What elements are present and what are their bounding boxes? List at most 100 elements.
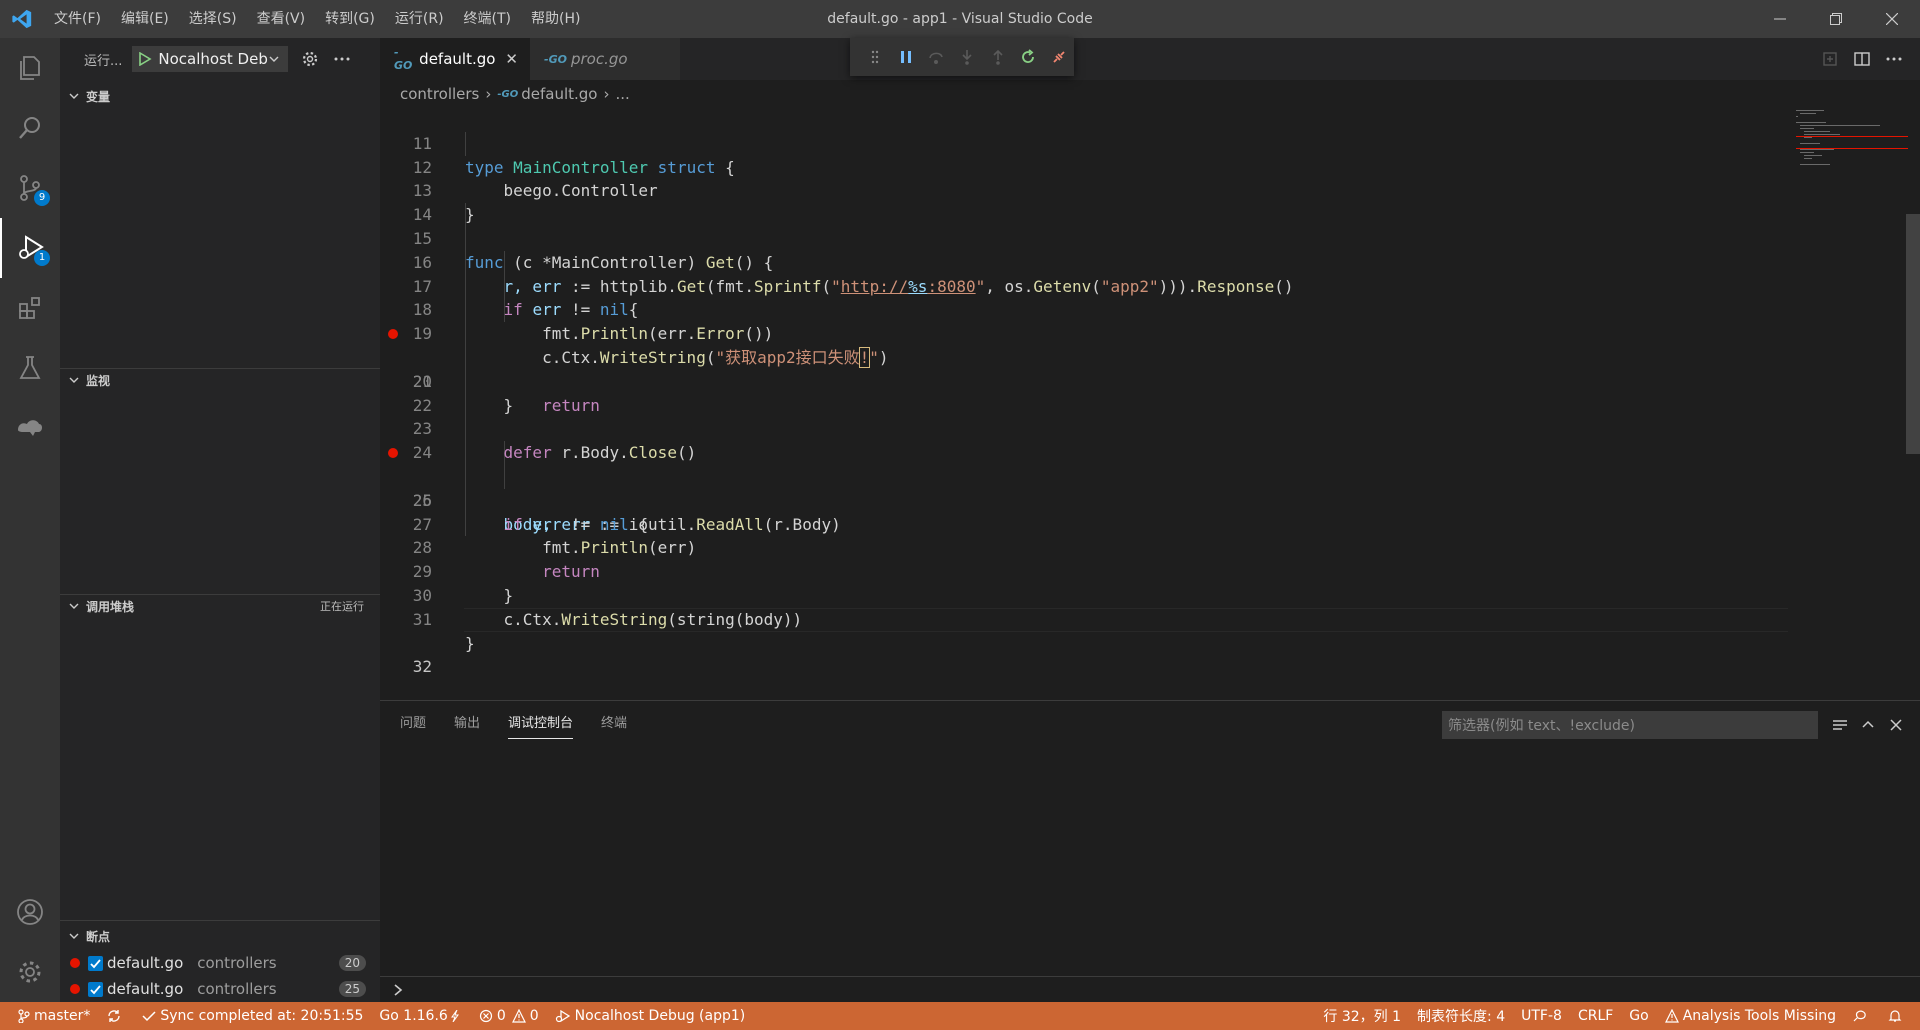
code-line: 29 }: [380, 536, 1780, 605]
git-branch[interactable]: master*: [0, 1002, 98, 1030]
menu-run[interactable]: 运行(R): [385, 0, 454, 38]
breakpoint-checkbox[interactable]: [88, 955, 103, 971]
disconnect-icon[interactable]: [1043, 42, 1074, 72]
go-version[interactable]: Go 1.16.6: [371, 1002, 470, 1030]
feedback-icon[interactable]: [1844, 1002, 1880, 1030]
scrollbar-thumb[interactable]: [1906, 214, 1920, 454]
accounts-icon[interactable]: [0, 882, 60, 942]
restore-button[interactable]: [1808, 0, 1864, 38]
breadcrumb-file[interactable]: default.go: [521, 85, 597, 103]
minimap[interactable]: [1796, 108, 1908, 168]
open-changes-icon[interactable]: [1814, 46, 1846, 72]
sync-button[interactable]: [98, 1002, 134, 1030]
language-mode[interactable]: Go: [1621, 1002, 1656, 1030]
notifications-bell-icon[interactable]: [1880, 1002, 1920, 1030]
step-over-icon[interactable]: [921, 42, 952, 72]
error-icon: [479, 1009, 492, 1023]
code-line: 12 beego.Controller: [380, 132, 1780, 201]
code-line: 15 func (c *MainController) Get() {: [380, 203, 1780, 272]
sync-status[interactable]: Sync completed at: 20:51:55: [134, 1002, 371, 1030]
breakpoint-dot-icon[interactable]: [388, 329, 398, 340]
close-window-button[interactable]: [1864, 0, 1920, 38]
menu-go[interactable]: 转到(G): [315, 0, 385, 38]
watch-section-header[interactable]: 监视: [60, 368, 380, 392]
restart-icon[interactable]: [1013, 42, 1044, 72]
code-line: 22: [380, 370, 1780, 415]
run-debug-icon[interactable]: 1: [0, 218, 60, 278]
drag-handle-icon[interactable]: [860, 42, 891, 72]
tab-proc-go[interactable]: -GO proc.go: [530, 38, 680, 80]
variables-title: 变量: [86, 89, 111, 104]
debug-session-indicator[interactable]: Nocalhost Debug (app1): [547, 1002, 754, 1030]
code-line: 18 fmt.Println(err.Error()): [380, 275, 1780, 343]
problems-indicator[interactable]: 0 0: [471, 1002, 547, 1030]
menu-selection[interactable]: 选择(S): [179, 0, 247, 38]
split-editor-icon[interactable]: [1846, 46, 1878, 72]
vscode-logo-icon: [0, 0, 44, 38]
analysis-tools-warning[interactable]: Analysis Tools Missing: [1657, 1002, 1844, 1030]
menu-help[interactable]: 帮助(H): [521, 0, 590, 38]
end-of-line[interactable]: CRLF: [1570, 1002, 1621, 1030]
code-line: 26 if err != nil {: [380, 465, 1780, 534]
indentation[interactable]: 制表符长度: 4: [1409, 1002, 1513, 1030]
debug-console-input[interactable]: [380, 976, 1920, 1002]
breadcrumb-folder[interactable]: controllers: [400, 85, 479, 103]
maximize-panel-chevron-up-icon[interactable]: [1854, 713, 1882, 737]
search-icon[interactable]: [0, 98, 60, 158]
debug-badge: 1: [34, 250, 50, 266]
breakpoint-checkbox[interactable]: [88, 981, 103, 997]
pause-icon[interactable]: [891, 42, 922, 72]
more-actions-icon[interactable]: [330, 47, 354, 71]
explorer-icon[interactable]: [0, 38, 60, 98]
breakpoint-dot-icon[interactable]: [388, 448, 398, 459]
warning-icon: [511, 1009, 526, 1023]
breadcrumb-symbol[interactable]: ...: [615, 85, 629, 103]
breakpoint-item[interactable]: default.go controllers 20: [60, 950, 380, 976]
menu-file[interactable]: 文件(F): [44, 0, 111, 38]
tab-problems[interactable]: 问题: [400, 701, 426, 747]
breakpoint-item[interactable]: default.go controllers 25: [60, 976, 380, 1002]
check-icon: [142, 1011, 156, 1022]
activity-bar: 9 1: [0, 38, 60, 1002]
debug-console-filter-input[interactable]: 筛选器(例如 text、!exclude): [1442, 711, 1818, 739]
minimize-button[interactable]: [1752, 0, 1808, 38]
menu-edit[interactable]: 编辑(E): [111, 0, 179, 38]
step-out-icon[interactable]: [982, 42, 1013, 72]
cursor-position[interactable]: 行 32，列 1: [1315, 1002, 1409, 1030]
editor-scrollbar[interactable]: [1906, 108, 1920, 700]
tab-debug-console[interactable]: 调试控制台: [508, 701, 574, 747]
breakpoint-dir: controllers: [197, 954, 277, 972]
editor-actions: [1814, 46, 1910, 72]
settings-gear-icon[interactable]: [0, 942, 60, 1002]
step-into-icon[interactable]: [952, 42, 983, 72]
testing-flask-icon[interactable]: [0, 338, 60, 398]
status-bar: master* Sync completed at: 20:51:55 Go 1…: [0, 1002, 1920, 1030]
close-panel-icon[interactable]: [1882, 713, 1910, 737]
chevron-right-icon: [394, 983, 403, 996]
tab-terminal[interactable]: 终端: [601, 701, 627, 747]
debug-config-select[interactable]: Nocalhost Debug (app1): [132, 46, 289, 72]
callstack-section-header[interactable]: 调用堆栈 正在运行: [60, 594, 380, 618]
tab-output[interactable]: 输出: [454, 701, 480, 747]
source-control-icon[interactable]: 9: [0, 158, 60, 218]
encoding[interactable]: UTF-8: [1513, 1002, 1570, 1030]
menu-terminal[interactable]: 终端(T): [454, 0, 521, 38]
more-actions-icon[interactable]: [1878, 46, 1910, 72]
nocalhost-icon[interactable]: [0, 398, 60, 458]
open-launch-json-gear-icon[interactable]: [298, 47, 322, 71]
breakpoints-title: 断点: [86, 929, 111, 944]
menu-view[interactable]: 查看(V): [247, 0, 316, 38]
close-icon[interactable]: ✕: [505, 50, 518, 68]
breakpoints-section-header[interactable]: 断点: [60, 924, 380, 948]
code-line: 21 }: [380, 346, 1780, 415]
clear-console-icon[interactable]: [1826, 713, 1854, 737]
tab-default-go[interactable]: -GO default.go ✕: [380, 38, 530, 80]
variables-section-header[interactable]: 变量: [60, 84, 380, 108]
section-divider: [60, 920, 380, 921]
panel-actions: [1826, 713, 1910, 737]
code-editor[interactable]: 11 type MainController struct { 12 beego…: [380, 108, 1788, 676]
chevron-down-icon: [66, 931, 82, 941]
extensions-icon[interactable]: [0, 278, 60, 338]
start-debug-icon[interactable]: [138, 52, 152, 66]
code-line: 25 body, err := ioutil.ReadAll(r.Body): [380, 441, 1780, 534]
